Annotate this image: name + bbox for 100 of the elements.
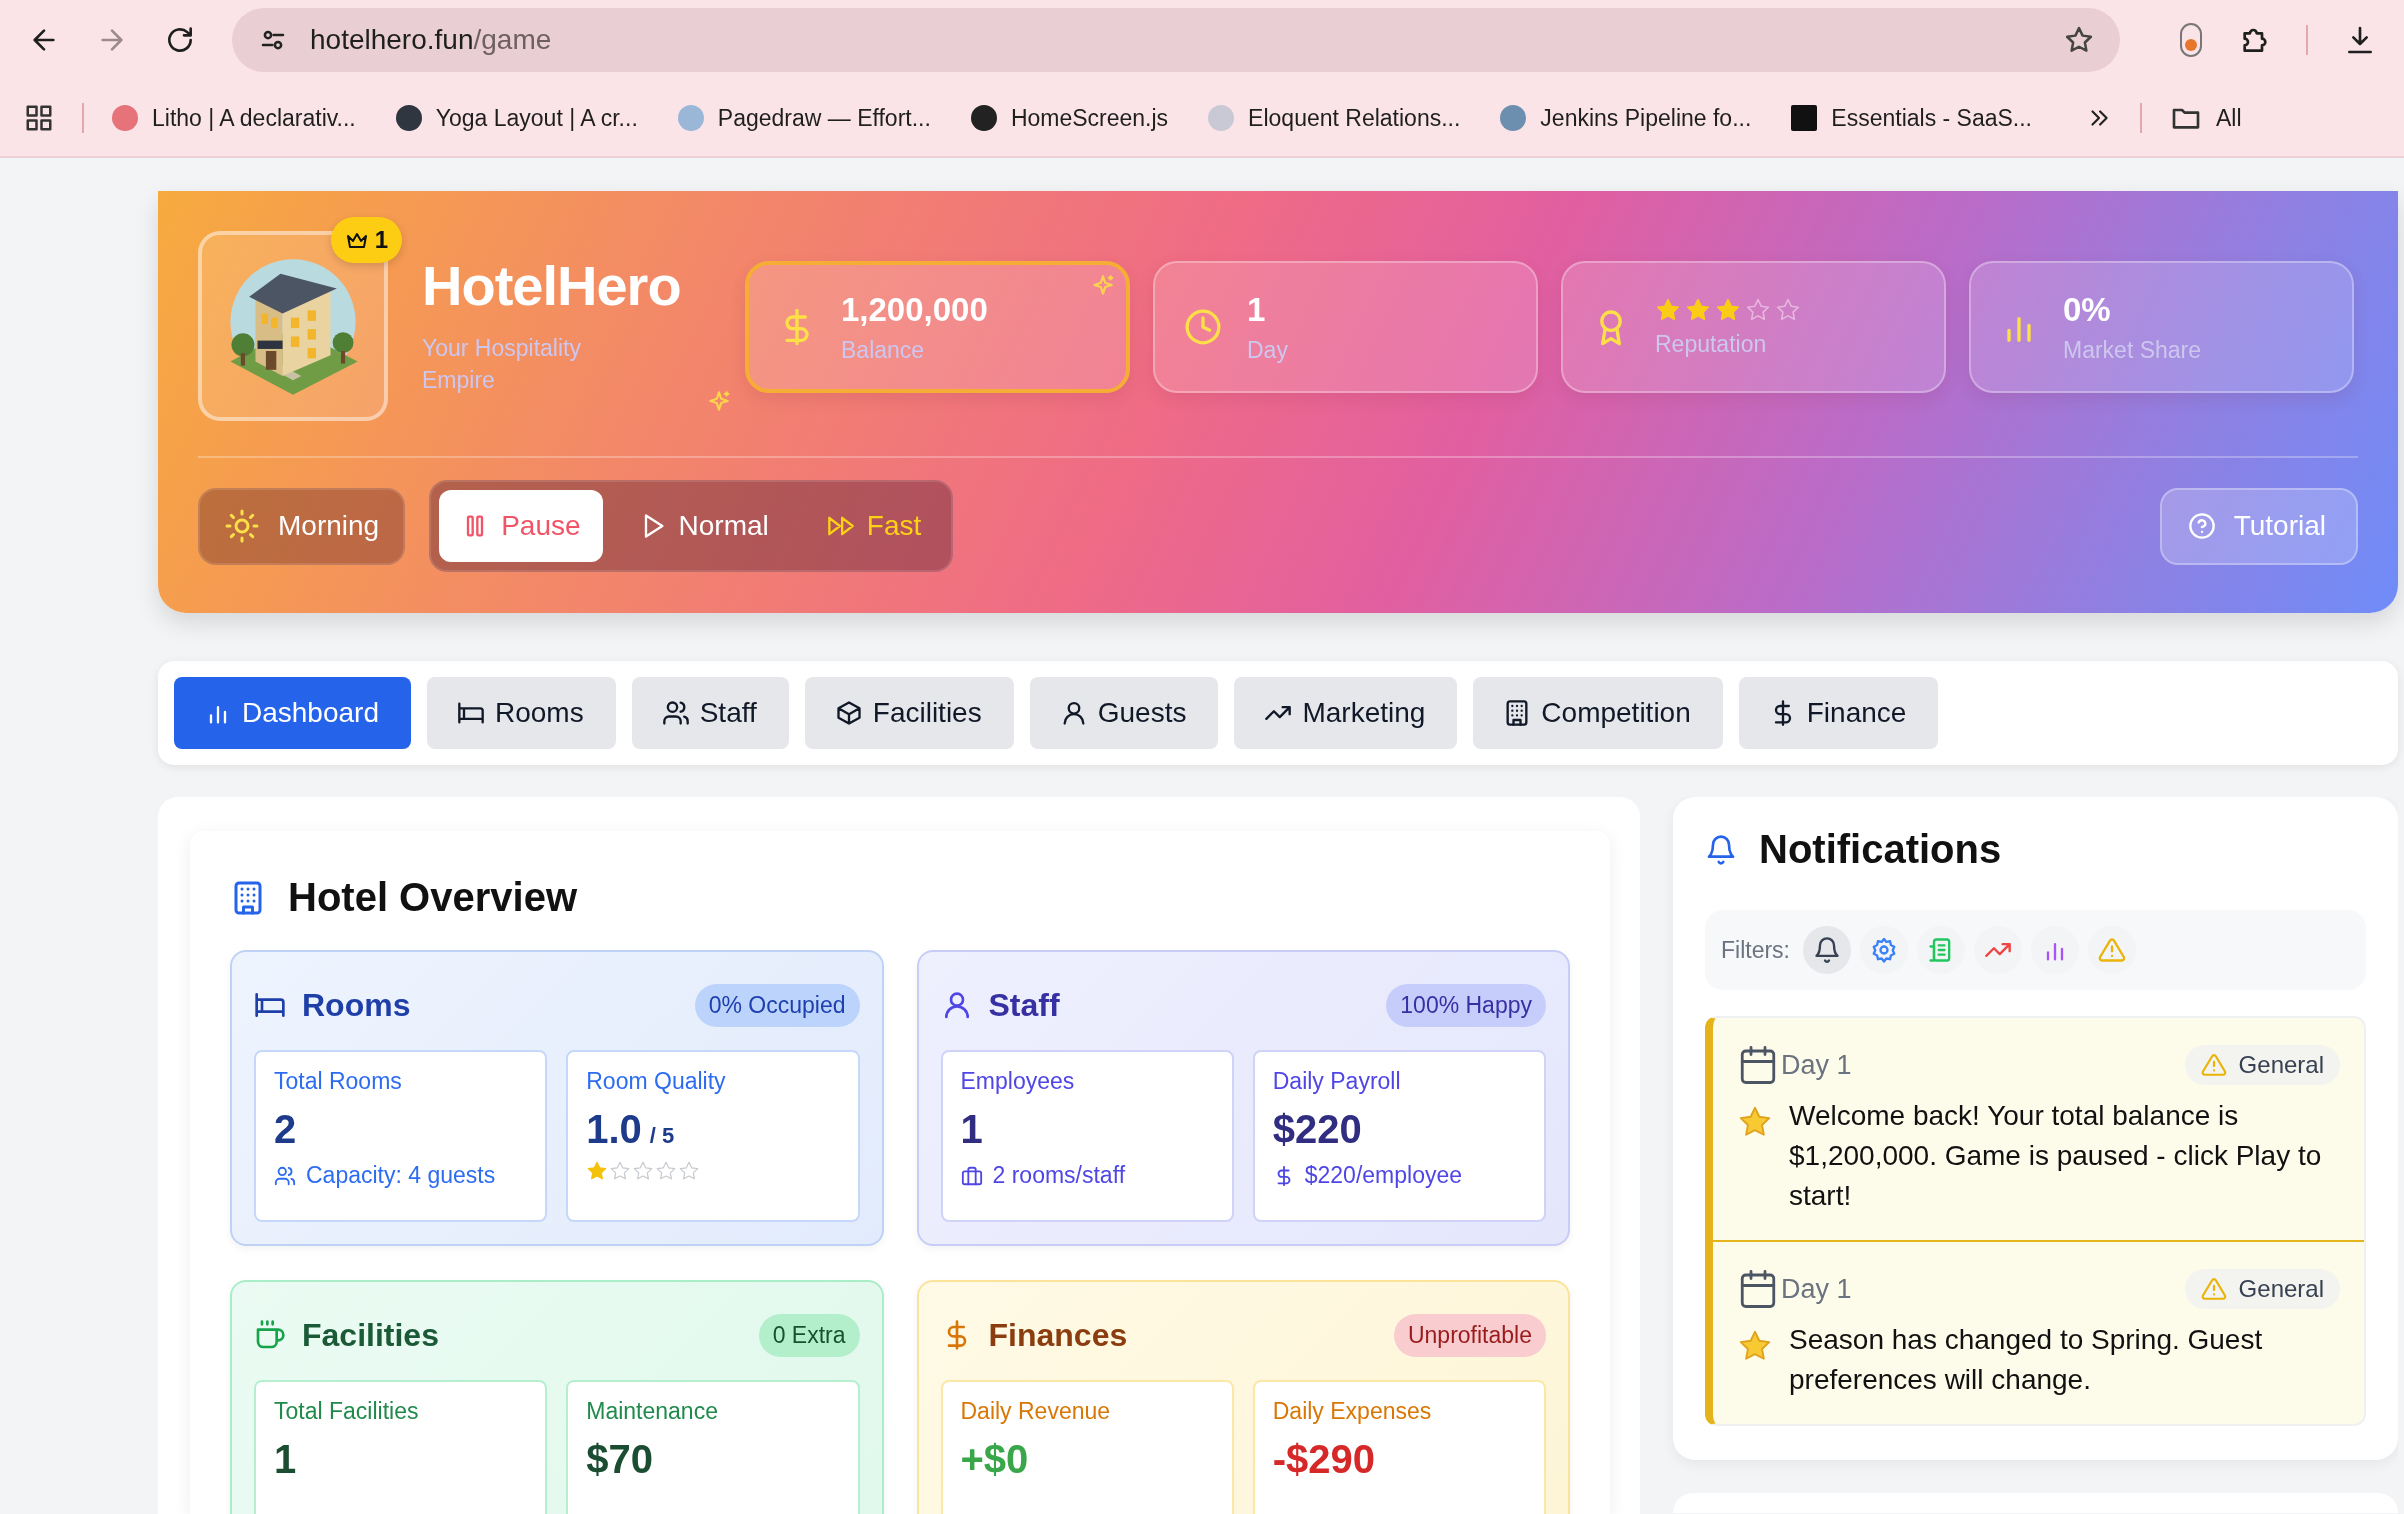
notification-day: Day 1	[1781, 1049, 1852, 1081]
metric-label: Total Rooms	[274, 1068, 403, 1095]
bell-icon	[1813, 936, 1841, 964]
notification-text: Welcome back! Your total balance is $1,200,000. Game is paused - click Play to start!	[1789, 1099, 2323, 1213]
status-badge: 0 Extra	[758, 1313, 860, 1357]
category-badge: General	[2184, 1269, 2340, 1309]
metric-label: Daily Revenue	[960, 1398, 1112, 1425]
metric-label: Daily Payroll	[1272, 1068, 1402, 1095]
card-title: Finances	[988, 1316, 1128, 1354]
clock-icon	[1183, 307, 1223, 347]
star-icon	[1715, 296, 1741, 323]
metric-unit: / 5	[649, 1123, 675, 1149]
app-title: HotelHero	[422, 253, 682, 318]
sun-icon	[224, 508, 260, 544]
warning-icon	[2200, 1276, 2227, 1302]
card-title: Rooms	[302, 986, 411, 1024]
stat-value: 0%	[2063, 290, 2112, 329]
category-badge: General	[2184, 1045, 2340, 1085]
stat-value: 1	[1247, 290, 1267, 329]
metric-value: 1	[274, 1437, 297, 1482]
metric-value: $70	[586, 1437, 653, 1482]
briefcase-icon	[960, 1164, 983, 1187]
tab[interactable]: Guests	[1029, 677, 1219, 749]
status-badge: 100% Happy	[1386, 983, 1546, 1027]
tab[interactable]: Staff	[631, 677, 789, 749]
address-bar[interactable]: hotelhero.fun/game	[232, 8, 2120, 72]
metric-label: Daily Expenses	[1272, 1398, 1433, 1425]
tab[interactable]: Dashboard	[174, 677, 411, 749]
metric-label: Total Facilities	[274, 1398, 420, 1425]
section-title: Hotel Overview	[288, 875, 577, 920]
stat-label: Market Share	[2063, 336, 2202, 364]
all-bookmarks-link[interactable]: All	[2170, 102, 2242, 134]
bookmark-link[interactable]: Essentials - SaaS...	[1791, 104, 2032, 132]
stat-value: 1,200,000	[841, 290, 988, 329]
cup-icon	[254, 1319, 286, 1351]
metric-value: 1	[960, 1107, 983, 1152]
bookmark-star-icon[interactable]	[2064, 25, 2094, 55]
apps-icon[interactable]	[24, 103, 54, 133]
star-icon	[1745, 296, 1771, 323]
notification-text: Season has changed to Spring. Guest preferences will change.	[1789, 1323, 2264, 1397]
tab[interactable]: Competition	[1473, 677, 1723, 749]
speed-button[interactable]: Normal	[616, 490, 791, 562]
site-icon	[395, 105, 422, 131]
metric-note: 2 rooms/staff	[992, 1162, 1126, 1189]
bell-icon	[1705, 833, 1737, 866]
status-badge: 0% Occupied	[694, 983, 860, 1027]
metric-note: Capacity: 4 guests	[306, 1162, 496, 1189]
section-title: Notifications	[1759, 827, 2002, 872]
bookmark-link[interactable]: Jenkins Pipeline fo...	[1500, 104, 1752, 132]
star-icon	[1655, 296, 1681, 323]
site-icon	[970, 105, 997, 131]
site-icon	[1791, 105, 1818, 131]
card-title: Facilities	[302, 1316, 439, 1354]
status-badge: Unprofitable	[1393, 1313, 1546, 1357]
site-icon	[1500, 105, 1527, 131]
time-of-day-badge: Morning	[198, 487, 406, 565]
bookmark-link[interactable]: HomeScreen.js	[970, 104, 1169, 132]
card-title: Staff	[988, 986, 1060, 1024]
metric-value: +$0	[960, 1437, 1029, 1482]
bookmark-link[interactable]: Pagedraw — Effort...	[677, 104, 931, 132]
help-icon	[2187, 512, 2216, 540]
star-icon	[1685, 296, 1711, 323]
tab[interactable]: Marketing	[1234, 677, 1458, 749]
app-subtitle: Your Hospitality Empire	[422, 334, 582, 395]
site-icon	[112, 105, 138, 131]
metric-value: 2	[274, 1107, 297, 1152]
star-icon	[1775, 296, 1801, 323]
metric-value: $220	[1272, 1107, 1362, 1152]
metric-label: Maintenance	[586, 1398, 719, 1425]
bookmark-link[interactable]: Yoga Layout | A cr...	[395, 104, 638, 132]
bookmark-link[interactable]: Litho | A declarativ...	[112, 104, 356, 132]
star-icon	[678, 1160, 701, 1182]
notification-day: Day 1	[1781, 1273, 1852, 1305]
metric-value: 1.0	[586, 1107, 642, 1152]
metric-label: Room Quality	[586, 1068, 727, 1095]
bookmark-link[interactable]: Eloquent Relations...	[1208, 104, 1461, 132]
tab[interactable]: Finance	[1738, 677, 1939, 749]
users-icon	[661, 699, 690, 727]
level-badge: 1	[330, 217, 402, 263]
stat-label: Day	[1247, 336, 1288, 364]
warning-icon	[2200, 1052, 2227, 1078]
box-icon	[834, 699, 863, 727]
tab[interactable]: Rooms	[427, 677, 616, 749]
site-icon	[1208, 105, 1235, 131]
stat-label: Balance	[841, 336, 926, 364]
star-icon	[632, 1160, 655, 1182]
users-icon	[274, 1164, 296, 1187]
stat-label: Reputation	[1655, 330, 1768, 358]
tab[interactable]: Facilities	[804, 677, 1014, 749]
metric-note: $220/employee	[1304, 1162, 1463, 1189]
star-icon	[609, 1160, 632, 1182]
url-text: hotelhero.fun/game	[310, 24, 553, 56]
filter-label: Filters:	[1721, 936, 1790, 964]
metric-value: -$290	[1272, 1437, 1376, 1482]
star-icon	[655, 1160, 678, 1182]
warning-icon	[2098, 936, 2126, 964]
star-icon	[586, 1160, 609, 1182]
metric-label: Employees	[960, 1068, 1076, 1095]
filter-button[interactable]	[1803, 926, 1851, 974]
site-icon	[677, 105, 704, 131]
